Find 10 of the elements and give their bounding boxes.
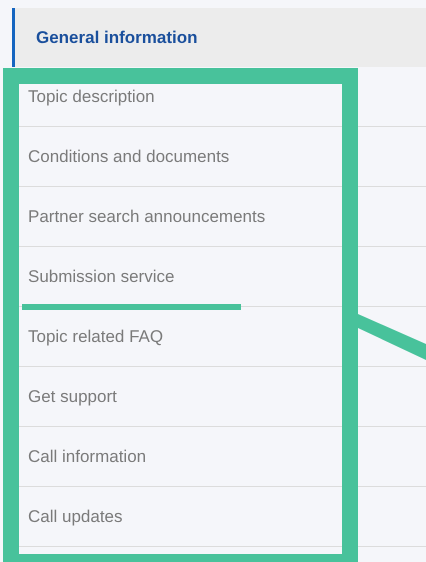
pointer-line xyxy=(358,314,426,360)
nav-link[interactable]: Topic related FAQ xyxy=(28,326,164,346)
nav-link[interactable]: Call information xyxy=(28,446,146,466)
nav-link[interactable]: Submission service xyxy=(28,266,174,286)
nav-link[interactable]: Conditions and documents xyxy=(28,146,230,166)
nav-link[interactable]: Partner search announcements xyxy=(28,206,266,226)
nav-link[interactable]: Get support xyxy=(28,386,117,406)
nav-link[interactable]: Topic description xyxy=(28,86,155,106)
section-header[interactable]: General information xyxy=(12,8,426,67)
nav-link[interactable]: Call updates xyxy=(28,506,123,526)
